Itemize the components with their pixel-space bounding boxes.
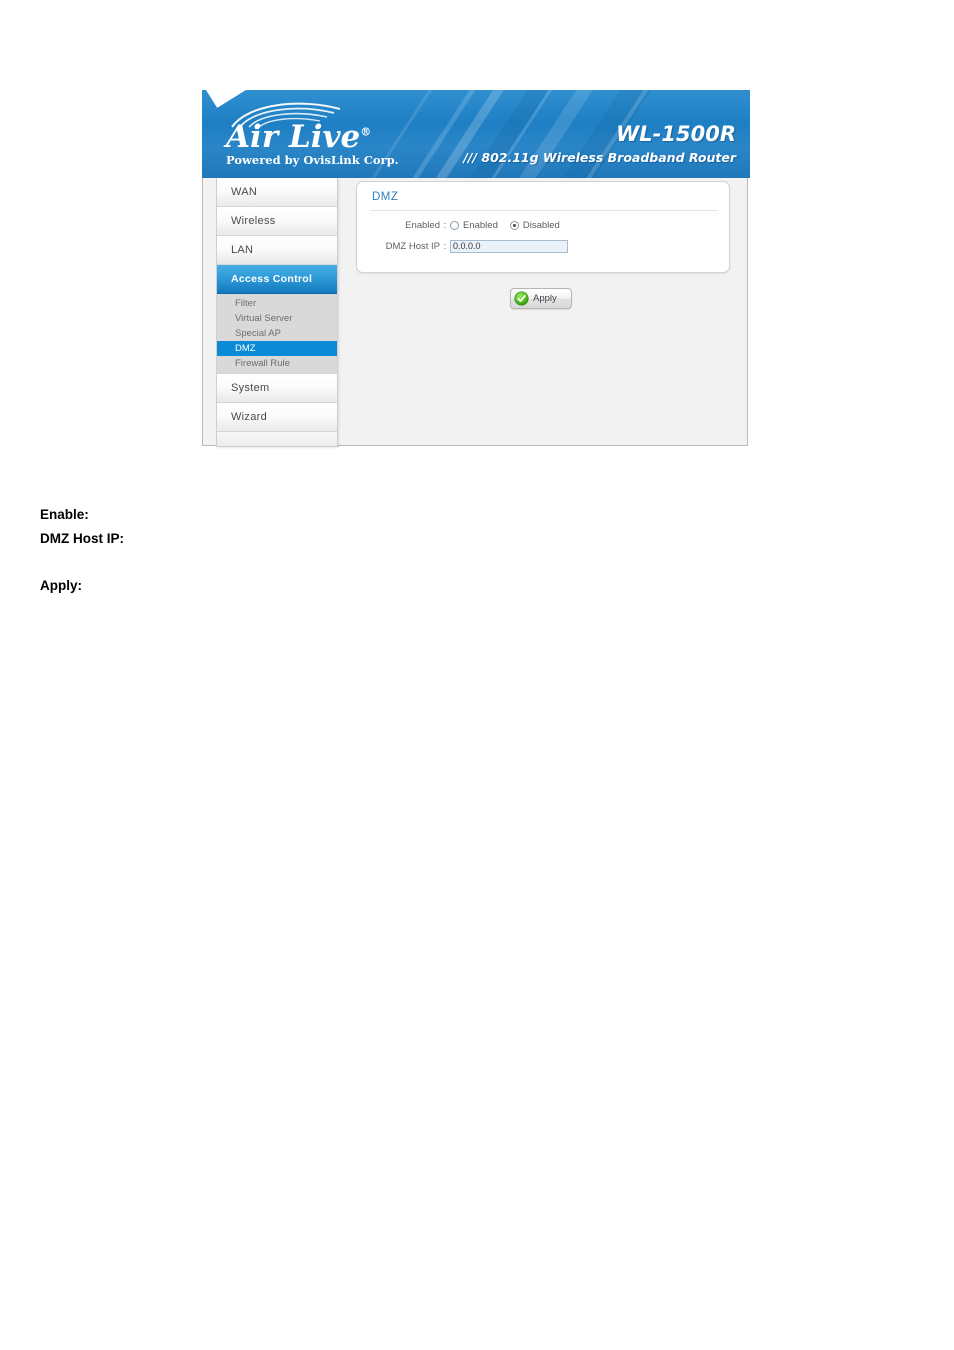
brand-name: Air Live® [226, 122, 371, 153]
sidebar-item-wireless[interactable]: Wireless [217, 207, 337, 236]
model-subtitle: /// 802.11g Wireless Broadband Router [463, 150, 736, 165]
radio-disabled-label: Disabled [522, 220, 560, 231]
brand-tagline: Powered by OvisLink Corp. [226, 153, 399, 167]
apply-button[interactable]: Apply [510, 288, 572, 309]
product-banner: Air Live® Powered by OvisLink Corp. WL-1… [202, 90, 750, 178]
sidebar-subitem-firewall-rule[interactable]: Firewall Rule [217, 356, 337, 371]
enabled-row: Enabled : Enabled Disabled [370, 220, 572, 231]
dmz-settings-panel: DMZ Enabled : Enabled Disabled DMZ Host … [356, 181, 730, 273]
radio-disabled-icon[interactable] [509, 221, 519, 230]
sidebar-item-wan[interactable]: WAN [217, 178, 337, 207]
dmz-host-ip-label: DMZ Host IP [385, 241, 440, 252]
enabled-radio-group: Enabled Disabled [450, 220, 572, 231]
sidebar-subitem-special-ap[interactable]: Special AP [217, 326, 337, 341]
sidebar-item-wizard[interactable]: Wizard [217, 403, 337, 432]
sidebar-footer [217, 432, 337, 446]
sidebar-item-lan[interactable]: LAN [217, 236, 337, 265]
sidebar-subitem-filter[interactable]: Filter [217, 296, 337, 311]
brand-name-text: Air Live [226, 119, 361, 155]
sidebar-nav: WAN Wireless LAN Access Control Filter V… [216, 178, 338, 447]
airlive-logo: Air Live® Powered by OvisLink Corp. [220, 100, 410, 172]
sidebar-submenu-access-control: Filter Virtual Server Special AP DMZ Fir… [217, 294, 337, 374]
apply-button-label: Apply [533, 293, 557, 304]
sidebar-subitem-dmz[interactable]: DMZ [217, 341, 337, 356]
page-title: DMZ [372, 191, 399, 203]
doc-label-enable: Enable: [40, 507, 89, 522]
registered-trademark-icon: ® [360, 125, 372, 139]
title-divider [370, 210, 718, 211]
doc-label-apply: Apply: [40, 578, 82, 593]
radio-enabled-icon[interactable] [450, 221, 459, 230]
dmz-host-ip-colon: : [443, 241, 447, 252]
sidebar-item-system[interactable]: System [217, 374, 337, 403]
radio-enabled-label: Enabled [463, 220, 498, 231]
router-admin-screenshot: Air Live® Powered by OvisLink Corp. WL-1… [202, 90, 750, 448]
enabled-label: Enabled [405, 220, 440, 231]
radio-option-enabled[interactable]: Enabled [450, 220, 498, 231]
sidebar-subitem-virtual-server[interactable]: Virtual Server [217, 311, 337, 326]
radio-option-disabled[interactable]: Disabled [509, 220, 560, 231]
doc-label-dmz-host-ip: DMZ Host IP: [40, 531, 124, 546]
dmz-host-ip-row: DMZ Host IP : [370, 240, 568, 253]
router-ui-body: WAN Wireless LAN Access Control Filter V… [202, 178, 748, 447]
sidebar-item-access-control[interactable]: Access Control [217, 265, 337, 294]
enabled-colon: : [443, 220, 447, 231]
dmz-host-ip-input[interactable] [450, 240, 568, 253]
model-name: WL-1500R [616, 122, 736, 146]
green-check-icon [514, 291, 529, 306]
